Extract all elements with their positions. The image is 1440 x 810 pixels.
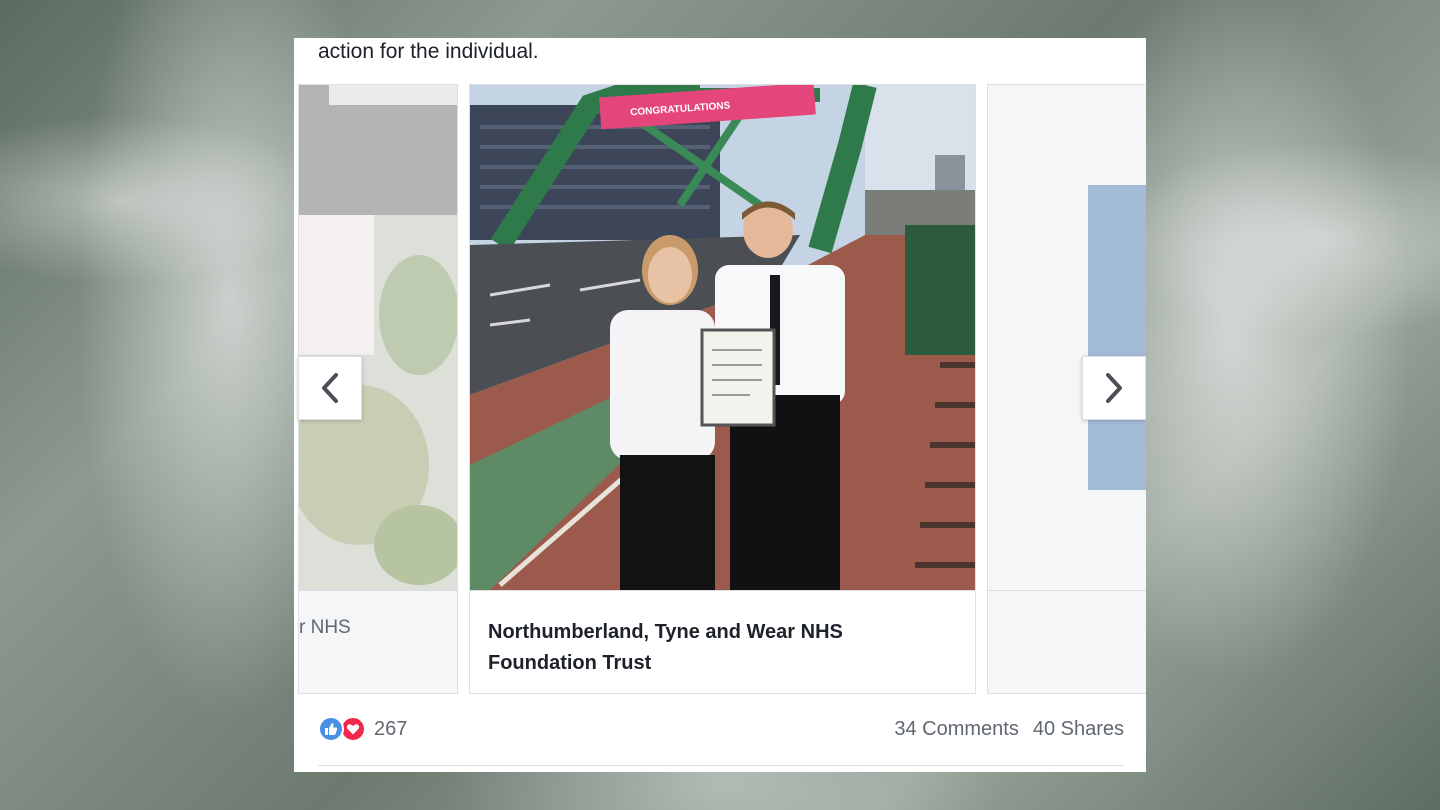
- card-image-main[interactable]: CONGRATULATIONS: [470, 85, 975, 590]
- card-image-previous: [299, 85, 457, 590]
- shares-count-link[interactable]: 40 Shares: [1033, 718, 1124, 741]
- chevron-left-icon: [322, 373, 338, 403]
- carousel-next-button[interactable]: [1082, 356, 1146, 420]
- carousel-card-main[interactable]: CONGRATULATIONS Northumberland, Tyne and…: [469, 84, 976, 694]
- card-image-next-panel: [1088, 185, 1146, 490]
- card-caption-previous: r NHS: [299, 590, 457, 693]
- chevron-right-icon: [1106, 373, 1122, 403]
- card-title-main[interactable]: Northumberland, Tyne and Wear NHS Founda…: [488, 617, 928, 679]
- reactions-summary[interactable]: 267: [318, 716, 407, 742]
- carousel-prev-button[interactable]: [298, 356, 362, 420]
- footer-divider: [318, 765, 1124, 766]
- card-image-next: [988, 85, 1146, 590]
- card-caption-next: [988, 590, 1146, 693]
- post-footer: 267 34 Comments 40 Shares: [294, 696, 1146, 772]
- like-icon: [318, 716, 344, 742]
- facebook-post: action for the individual. r NHS CONGRAT…: [294, 38, 1146, 772]
- reaction-count[interactable]: 267: [374, 718, 407, 741]
- card-title-previous: r NHS: [299, 617, 351, 638]
- link-carousel: r NHS CONGRATULATIONS Northumberland, Ty…: [294, 84, 1146, 696]
- post-text: action for the individual.: [318, 40, 539, 63]
- post-stats: 34 Comments 40 Shares: [894, 718, 1124, 741]
- comments-count-link[interactable]: 34 Comments: [894, 718, 1019, 741]
- card-caption-main[interactable]: Northumberland, Tyne and Wear NHS Founda…: [470, 590, 975, 693]
